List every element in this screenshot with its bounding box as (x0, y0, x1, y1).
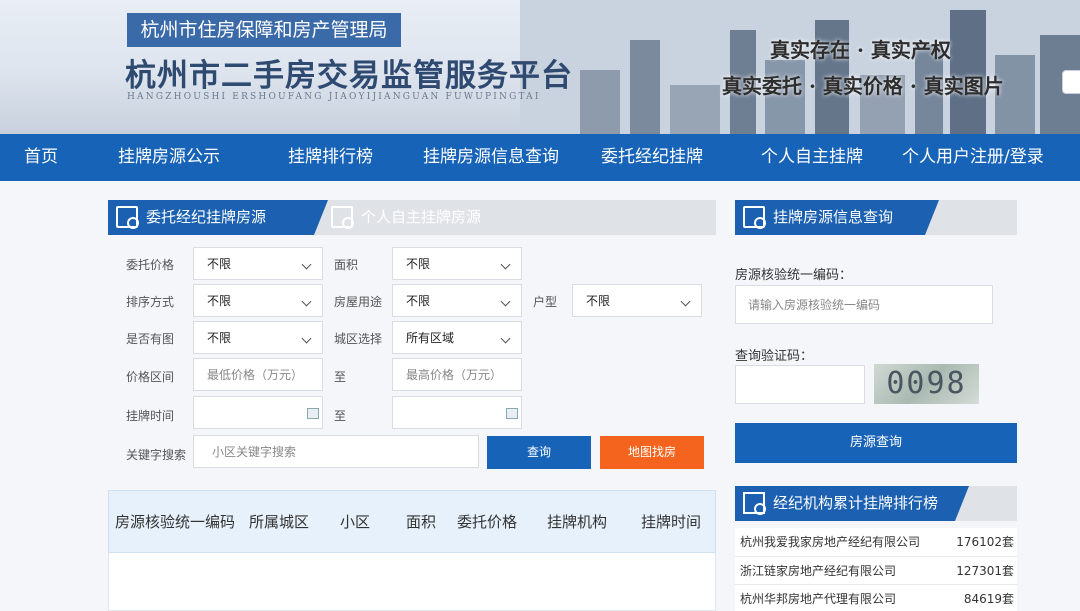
slogan-line-2: 真实委托 · 真实价格 · 真实图片 (722, 74, 1004, 98)
agency-rank-panel-title: 经纪机构累计挂牌排行榜 (735, 486, 1017, 521)
verify-code-label: 房源核验统一编码： (735, 268, 853, 283)
nav-home[interactable]: 首页 (24, 134, 58, 181)
nav-agent-listing[interactable]: 委托经纪挂牌 (601, 134, 703, 181)
keyword-label: 关键字搜索 (126, 448, 187, 462)
chevron-down-icon (500, 296, 511, 307)
usage-select[interactable]: 不限 (392, 284, 522, 317)
keyword-search-input[interactable]: 小区关键字搜索 (193, 435, 479, 468)
col-area[interactable]: 面积 (406, 491, 436, 554)
has-image-select[interactable]: 不限 (193, 321, 323, 354)
chevron-down-icon (680, 296, 691, 307)
col-listing-time[interactable]: 挂牌时间 (641, 491, 701, 554)
list-item[interactable]: 杭州我爱我家房地产经纪有限公司 176102套 (735, 528, 1017, 557)
sort-label: 排序方式 (126, 295, 175, 309)
commission-price-value: 不限 (207, 257, 232, 271)
agency-name: 杭州我爱我家房地产经纪有限公司 (740, 535, 921, 549)
listing-query-title: 挂牌房源信息查询 (773, 208, 894, 226)
slogan-line-1: 真实存在 · 真实产权 (770, 38, 951, 62)
usage-value: 不限 (406, 294, 431, 308)
captcha-label: 查询验证码： (735, 349, 814, 364)
listing-count: 127301套 (956, 563, 1014, 578)
sort-select[interactable]: 不限 (193, 284, 323, 317)
city-skyline-image (520, 0, 1080, 134)
col-community[interactable]: 小区 (340, 491, 370, 554)
listing-time-label: 挂牌时间 (126, 409, 175, 423)
captcha-image[interactable]: 0098 (874, 364, 979, 404)
agency-name: 浙江链家房地产经纪有限公司 (740, 563, 897, 578)
title-bar-edge (955, 486, 969, 521)
header-banner: 杭州市住房保障和房产管理局 杭州市二手房交易监管服务平台 HANGZHOUSHI… (0, 0, 1080, 134)
listing-count: 176102套 (956, 535, 1014, 549)
results-table-body (108, 553, 716, 611)
usage-label: 房屋用途 (334, 295, 383, 309)
nav-personal-listing[interactable]: 个人自主挂牌 (761, 134, 863, 181)
tab-personal-listings-label: 个人自主挂牌房源 (361, 208, 482, 226)
chevron-down-icon (301, 333, 312, 344)
title-bar-edge (925, 200, 939, 235)
verify-code-input[interactable]: 请输入房源核验统一编码 (735, 285, 993, 324)
layout-label: 户型 (533, 295, 558, 309)
search-doc-icon (116, 206, 139, 229)
phone-icon[interactable] (1062, 70, 1080, 94)
list-item[interactable]: 浙江链家房地产经纪有限公司 127301套 (735, 556, 1017, 585)
query-button[interactable]: 查询 (487, 436, 591, 469)
price-range-label: 价格区间 (126, 370, 175, 384)
agency-name: 杭州华邦房地产代理有限公司 (740, 592, 897, 606)
price-to-label: 至 (334, 370, 347, 384)
time-to-label: 至 (334, 409, 347, 423)
listing-end-date-input[interactable] (392, 396, 522, 429)
area-label: 面积 (334, 258, 359, 272)
district-value: 所有区域 (406, 331, 455, 345)
list-item[interactable]: 杭州华邦房地产代理有限公司 84619套 (735, 585, 1017, 611)
commission-price-select[interactable]: 不限 (193, 247, 323, 280)
layout-select[interactable]: 不限 (572, 284, 702, 317)
listing-start-date-input[interactable] (193, 396, 323, 429)
nav-listing-query[interactable]: 挂牌房源信息查询 (423, 134, 559, 181)
calendar-icon[interactable] (506, 408, 518, 419)
col-agency[interactable]: 挂牌机构 (547, 491, 607, 554)
district-label: 城区选择 (334, 332, 383, 346)
captcha-input[interactable] (735, 365, 865, 404)
nav-listing-rank[interactable]: 挂牌排行榜 (288, 134, 373, 181)
col-price[interactable]: 委托价格 (457, 491, 517, 554)
col-verify-code[interactable]: 房源核验统一编码 (115, 491, 235, 554)
main-nav: 首页 挂牌房源公示 挂牌排行榜 挂牌房源信息查询 委托经纪挂牌 个人自主挂牌 个… (0, 134, 1080, 181)
col-district[interactable]: 所属城区 (249, 491, 309, 554)
site-title-pinyin: HANGZHOUSHI ERSHOUFANG JIAOYIJIANGUAN FU… (127, 92, 541, 102)
sort-value: 不限 (207, 294, 232, 308)
tab-agent-listings[interactable]: 委托经纪挂牌房源 (108, 200, 314, 235)
agency-name: 杭州市住房保障和房产管理局 (127, 13, 401, 47)
max-price-input[interactable]: 最高价格（万元） (392, 358, 522, 391)
map-search-button[interactable]: 地图找房 (600, 436, 704, 469)
min-price-input[interactable]: 最低价格（万元） (193, 358, 323, 391)
results-table-header: 房源核验统一编码 所属城区 小区 面积 委托价格 挂牌机构 挂牌时间 (108, 490, 716, 553)
district-select[interactable]: 所有区域 (392, 321, 522, 354)
area-select[interactable]: 不限 (392, 247, 522, 280)
bar-chart-icon (743, 492, 766, 515)
tab-personal-listings[interactable]: 个人自主挂牌房源 (321, 200, 521, 235)
site-title: 杭州市二手房交易监管服务平台 (125, 58, 573, 94)
listing-query-button[interactable]: 房源查询 (735, 423, 1017, 463)
tab-agent-listings-label: 委托经纪挂牌房源 (146, 208, 267, 226)
search-doc-icon (331, 206, 354, 229)
chevron-down-icon (301, 259, 312, 270)
agency-rank-list: 杭州我爱我家房地产经纪有限公司 176102套 浙江链家房地产经纪有限公司 12… (735, 528, 1017, 611)
chevron-down-icon (500, 333, 511, 344)
listing-count: 84619套 (963, 592, 1014, 606)
area-value: 不限 (406, 257, 431, 271)
chevron-down-icon (301, 296, 312, 307)
listing-query-panel-title: 挂牌房源信息查询 (735, 200, 1017, 235)
nav-register-login[interactable]: 个人用户注册/登录 (902, 134, 1044, 181)
chevron-down-icon (500, 259, 511, 270)
agency-rank-title: 经纪机构累计挂牌排行榜 (773, 494, 939, 512)
nav-listing-public[interactable]: 挂牌房源公示 (118, 134, 220, 181)
calendar-icon[interactable] (307, 408, 319, 419)
has-image-value: 不限 (207, 331, 232, 345)
search-doc-icon (743, 206, 766, 229)
commission-price-label: 委托价格 (126, 258, 175, 272)
layout-value: 不限 (586, 294, 611, 308)
listing-tabs: 委托经纪挂牌房源 个人自主挂牌房源 (108, 200, 716, 235)
has-image-label: 是否有图 (126, 332, 175, 346)
